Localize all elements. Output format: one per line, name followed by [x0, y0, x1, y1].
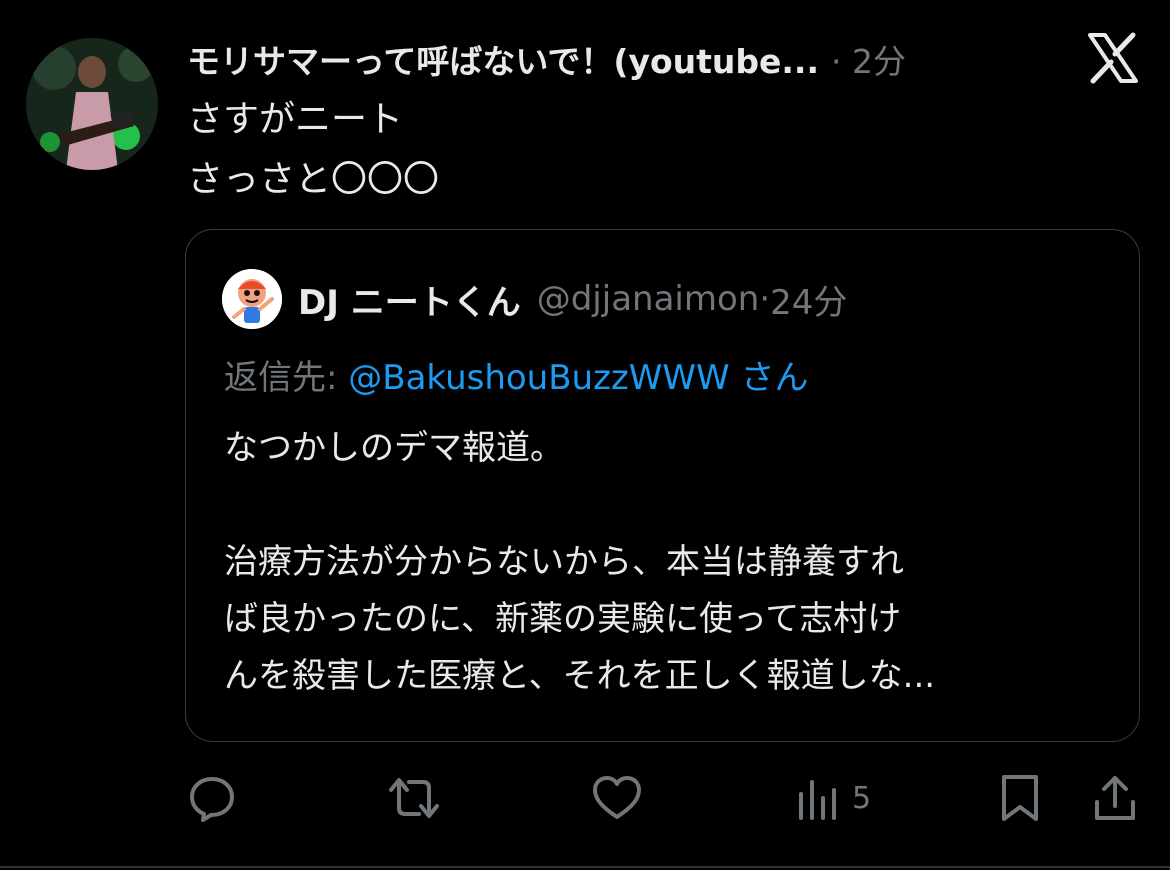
tweet-header: モリサマーって呼ばないで！(youtube... · 2分	[187, 34, 906, 84]
share-button[interactable]	[1090, 770, 1140, 826]
views-count: 5	[852, 780, 872, 816]
x-logo-icon	[1086, 32, 1140, 84]
author-avatar[interactable]	[26, 38, 158, 170]
quoted-tweet-card[interactable]: DJ ニートくん @djjanaimon · 24分 返信先: @Bakusho…	[185, 229, 1140, 742]
views-icon	[796, 772, 840, 824]
quoted-separator-dot: ·	[759, 279, 771, 319]
reply-button[interactable]	[186, 770, 238, 826]
tweet[interactable]: モリサマーって呼ばないで！(youtube... · 2分 さすがニート さっさ…	[0, 0, 1170, 870]
quoted-tweet-text: なつかしのデマ報道。 治療方法が分からないから、本当は静養すれ ば良かったのに、…	[224, 428, 936, 696]
tweet-text: さすがニート さっさと〇〇〇	[187, 99, 440, 200]
retweet-icon	[385, 772, 443, 824]
views-button[interactable]: 5	[796, 770, 871, 826]
reply-mention-link[interactable]: @BakushouBuzzWWW	[348, 358, 729, 398]
like-button[interactable]	[590, 770, 644, 826]
heart-icon	[590, 772, 644, 824]
tweet-meta: · 2分	[831, 35, 906, 83]
quoted-author-avatar[interactable]	[222, 269, 282, 329]
quoted-author-name[interactable]: DJ ニートくん	[298, 275, 521, 324]
bookmark-button[interactable]	[996, 770, 1044, 826]
quoted-tweet-header: DJ ニートくん @djjanaimon · 24分	[298, 274, 847, 324]
reply-prefix: 返信先:	[224, 358, 349, 398]
quoted-tweet-time[interactable]: 24分	[770, 275, 847, 324]
reply-icon	[186, 772, 238, 824]
bookmark-icon	[996, 772, 1044, 824]
share-icon	[1090, 772, 1140, 824]
author-name[interactable]: モリサマーって呼ばないで！(youtube...	[187, 35, 819, 83]
tweet-divider	[0, 866, 1170, 868]
tweet-action-bar: 5	[0, 770, 1170, 830]
quoted-author-handle[interactable]: @djjanaimon	[537, 279, 760, 319]
reply-to-line: 返信先: @BakushouBuzzWWW さん	[224, 350, 808, 399]
separator-dot: ·	[831, 42, 842, 81]
reply-suffix: さん	[729, 358, 809, 398]
retweet-button[interactable]	[385, 770, 443, 826]
tweet-time[interactable]: 2分	[852, 42, 906, 81]
